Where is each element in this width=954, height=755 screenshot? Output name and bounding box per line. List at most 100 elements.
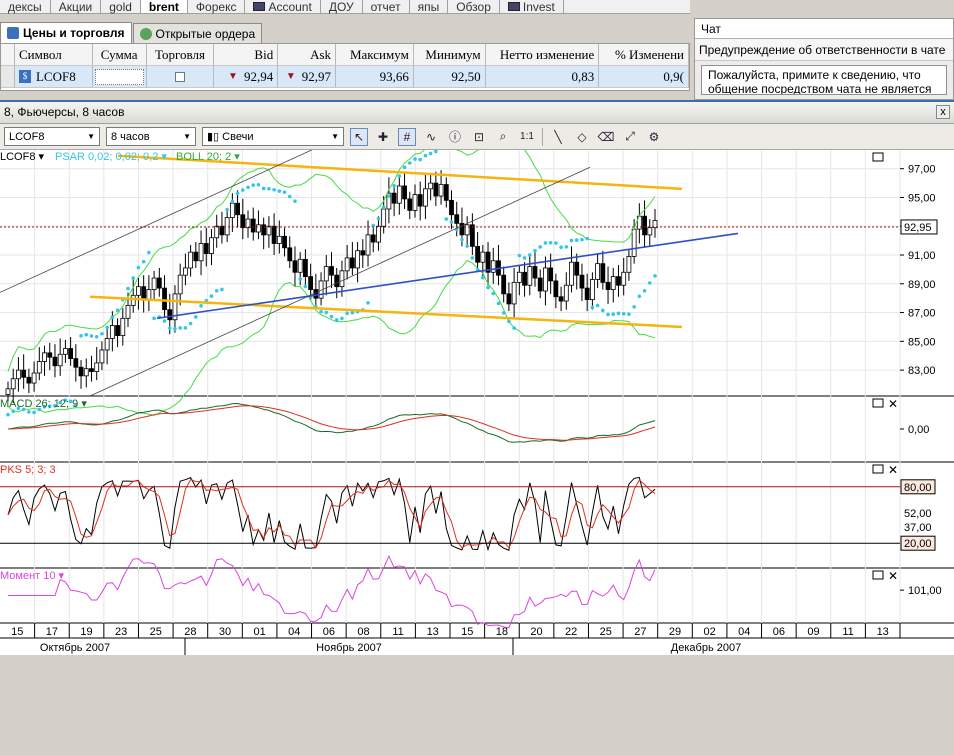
psar-dot xyxy=(303,284,308,289)
psar-dot xyxy=(246,185,250,190)
candle-body xyxy=(464,224,470,236)
chart-settings-icon[interactable]: ⚙ xyxy=(645,128,663,146)
indicators-icon[interactable]: ∿ xyxy=(422,128,440,146)
chat-disclaimer-title[interactable]: Предупреждение об ответственности в чате xyxy=(695,39,953,61)
col-header-min[interactable]: Минимум xyxy=(414,44,486,65)
y-tick-label: 95,00 xyxy=(908,192,936,204)
price-chart[interactable]: 15 17 19 23 25 28 30 01 04 06 08 11 13 15 18 20 22 25 27 29… xyxy=(0,150,954,755)
psar-dot xyxy=(428,151,433,156)
trade-checkbox[interactable] xyxy=(174,71,185,82)
x-date-label: 01 xyxy=(253,626,265,638)
psar-dot xyxy=(465,244,469,248)
macd-legend: MACD 26; 12; 9 ▾ xyxy=(0,398,87,410)
candle-body xyxy=(501,274,507,295)
line-tool-icon[interactable]: ╲ xyxy=(549,128,567,146)
col-header-ask[interactable]: Ask xyxy=(278,44,337,65)
crosshair-icon[interactable]: ✚ xyxy=(374,128,392,146)
candle-body xyxy=(443,184,449,201)
workspace-tab-5[interactable]: Account xyxy=(245,0,321,14)
workspace-tab-7[interactable]: отчет xyxy=(363,0,410,13)
candle-body xyxy=(449,199,454,216)
workspace-tab-0[interactable]: дексы xyxy=(0,0,51,13)
col-header-symbol[interactable]: Символ xyxy=(15,44,93,65)
candle-body xyxy=(329,266,334,276)
col-header-bid[interactable]: Bid xyxy=(214,44,279,65)
info-icon[interactable]: ⓘ xyxy=(446,128,464,146)
symbol-cell[interactable]: $ LCOF8 xyxy=(15,66,93,87)
symbol-select[interactable]: LCOF8 ▼ xyxy=(4,127,100,146)
candle-body xyxy=(130,294,136,306)
period-select[interactable]: 8 часов ▼ xyxy=(106,127,196,146)
candle-body xyxy=(89,368,94,372)
candle-body xyxy=(423,188,428,207)
candle-body xyxy=(334,274,340,288)
x-date-label: 20 xyxy=(530,626,542,638)
psar-dot xyxy=(554,241,558,245)
grid-icon[interactable]: # xyxy=(398,127,416,146)
workspace-tab-label: дексы xyxy=(8,0,42,14)
workspace-tab-10[interactable]: Invest xyxy=(500,0,564,13)
psar-dot xyxy=(261,186,266,191)
col-header-trade[interactable]: Торговля xyxy=(147,44,215,65)
tab-prices-trading[interactable]: Цены и торговля xyxy=(0,22,132,43)
psar-dot xyxy=(402,165,407,170)
psar-dot xyxy=(167,326,172,330)
zoom-icon[interactable]: ⌕ xyxy=(494,128,512,146)
chart-type-select[interactable]: ▮▯ Свечи ▼ xyxy=(202,127,344,146)
close-icon[interactable]: x xyxy=(936,105,950,119)
candle-body xyxy=(177,274,183,295)
workspace-tab-4[interactable]: Форекс xyxy=(188,0,246,13)
x-date-label: 15 xyxy=(11,626,23,638)
candle-body xyxy=(120,317,126,336)
trade-checkbox-cell[interactable] xyxy=(147,66,215,87)
candle-body xyxy=(376,225,381,243)
candle-body xyxy=(271,225,277,244)
psar-dot xyxy=(527,253,532,257)
candle-body xyxy=(276,235,282,244)
chat-title: Чат xyxy=(695,19,953,39)
cursor-icon[interactable]: ↖ xyxy=(350,127,368,146)
chart-window-titlebar[interactable]: 8, Фьючерсы, 8 часов x xyxy=(0,102,954,124)
amount-field[interactable] xyxy=(93,66,147,87)
zoom-area-icon[interactable]: ⊡ xyxy=(470,128,488,146)
candle-body xyxy=(584,287,590,301)
psar-dot xyxy=(548,240,553,245)
candle-body xyxy=(16,369,21,380)
candle-body xyxy=(610,276,616,290)
workspace-tab-8[interactable]: япы xyxy=(410,0,449,13)
workspace-tab-2[interactable]: gold xyxy=(101,0,141,13)
psar-dot xyxy=(147,250,151,255)
candle-body xyxy=(480,251,486,263)
col-header-amount[interactable]: Сумма xyxy=(93,44,147,65)
col-header-pct-change[interactable]: % Изменени xyxy=(599,44,689,65)
candle-body xyxy=(381,208,387,227)
zoom-reset-button[interactable]: 1:1 xyxy=(518,128,536,146)
col-header-max[interactable]: Максимум xyxy=(336,44,414,65)
candle-body xyxy=(595,263,601,280)
psar-dot xyxy=(491,291,496,296)
macd-tick-label: 0,00 xyxy=(908,424,929,436)
fit-icon[interactable]: ⤢ xyxy=(621,128,639,146)
workspace-tab-6[interactable]: ДОУ xyxy=(321,0,363,13)
psar-dot xyxy=(126,286,130,291)
workspace-tab-3[interactable]: brent xyxy=(140,0,188,13)
candle-body xyxy=(240,214,246,229)
psar-dot xyxy=(267,186,271,191)
psar-dot xyxy=(585,236,589,241)
psar-dot xyxy=(345,311,349,316)
pct-change-value: 0,9( xyxy=(599,66,689,87)
tab-open-orders[interactable]: Открытые ордера xyxy=(132,23,263,43)
workspace-tab-9[interactable]: Обзор xyxy=(448,0,500,13)
psar-dot xyxy=(601,308,605,313)
prices-icon xyxy=(7,27,19,39)
workspace-tab-label: Account xyxy=(268,0,312,14)
psar-dot xyxy=(79,334,83,338)
workspace-tab-1[interactable]: Акции xyxy=(51,0,102,13)
shapes-icon[interactable]: ◇ xyxy=(573,128,591,146)
col-header-net-change[interactable]: Нетто изменение xyxy=(486,44,600,65)
quote-row[interactable]: $ LCOF8 ▼ 92,94 ▼ 92,97 93,66 92,50 0,83 0… xyxy=(1,66,689,88)
row-selector[interactable] xyxy=(1,66,15,87)
candle-body xyxy=(193,251,199,262)
candle-body xyxy=(558,296,564,302)
eraser-icon[interactable]: ⌫ xyxy=(597,128,615,146)
